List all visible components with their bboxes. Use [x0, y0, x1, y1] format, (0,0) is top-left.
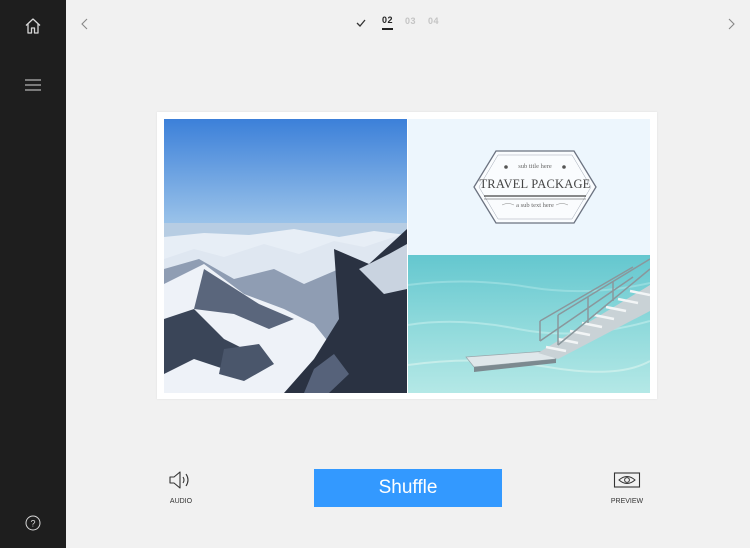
main-area: 02 03 04 sub title here TRAVEL PACKAGE a… [66, 0, 750, 548]
pool-ladder-image [408, 255, 650, 393]
badge-subtitle: sub title here [518, 163, 552, 170]
eye-icon [613, 472, 641, 488]
chevron-right-icon [728, 18, 735, 30]
title-panel[interactable]: sub title here TRAVEL PACKAGE a sub text… [408, 119, 650, 255]
shuffle-button[interactable]: Shuffle [314, 469, 502, 507]
badge-title: TRAVEL PACKAGE [479, 177, 591, 191]
audio-button[interactable]: AUDIO [156, 470, 206, 505]
step-indicator: 02 03 04 [356, 15, 439, 30]
app-root: ? 02 03 04 sub title here TRAVEL PACKAGE… [0, 0, 750, 548]
mountain-photo[interactable] [164, 119, 407, 393]
menu-icon [25, 79, 41, 91]
previous-button[interactable] [74, 14, 94, 34]
sidebar: ? [0, 0, 66, 548]
mountain-image [164, 119, 407, 393]
audio-label: AUDIO [169, 498, 193, 505]
pool-photo[interactable] [408, 255, 650, 393]
home-icon [25, 18, 41, 34]
badge-subtext: a sub text here [516, 202, 554, 209]
travel-badge[interactable]: sub title here TRAVEL PACKAGE a sub text… [472, 149, 598, 225]
help-button[interactable]: ? [18, 508, 48, 538]
chevron-left-icon [81, 18, 88, 30]
speaker-icon [169, 471, 189, 489]
step-3[interactable]: 03 [405, 16, 416, 29]
help-label: ? [30, 519, 35, 529]
next-button[interactable] [722, 14, 742, 34]
preview-label: PREVIEW [610, 498, 644, 505]
preview-button[interactable]: PREVIEW [602, 470, 652, 505]
collage-canvas[interactable]: sub title here TRAVEL PACKAGE a sub text… [157, 112, 657, 399]
step-2[interactable]: 02 [382, 15, 394, 30]
help-icon: ? [25, 515, 41, 531]
check-icon [356, 19, 366, 27]
step-1-done[interactable] [356, 17, 370, 29]
menu-button[interactable] [18, 70, 48, 100]
home-button[interactable] [18, 11, 48, 41]
step-4[interactable]: 04 [428, 16, 439, 29]
